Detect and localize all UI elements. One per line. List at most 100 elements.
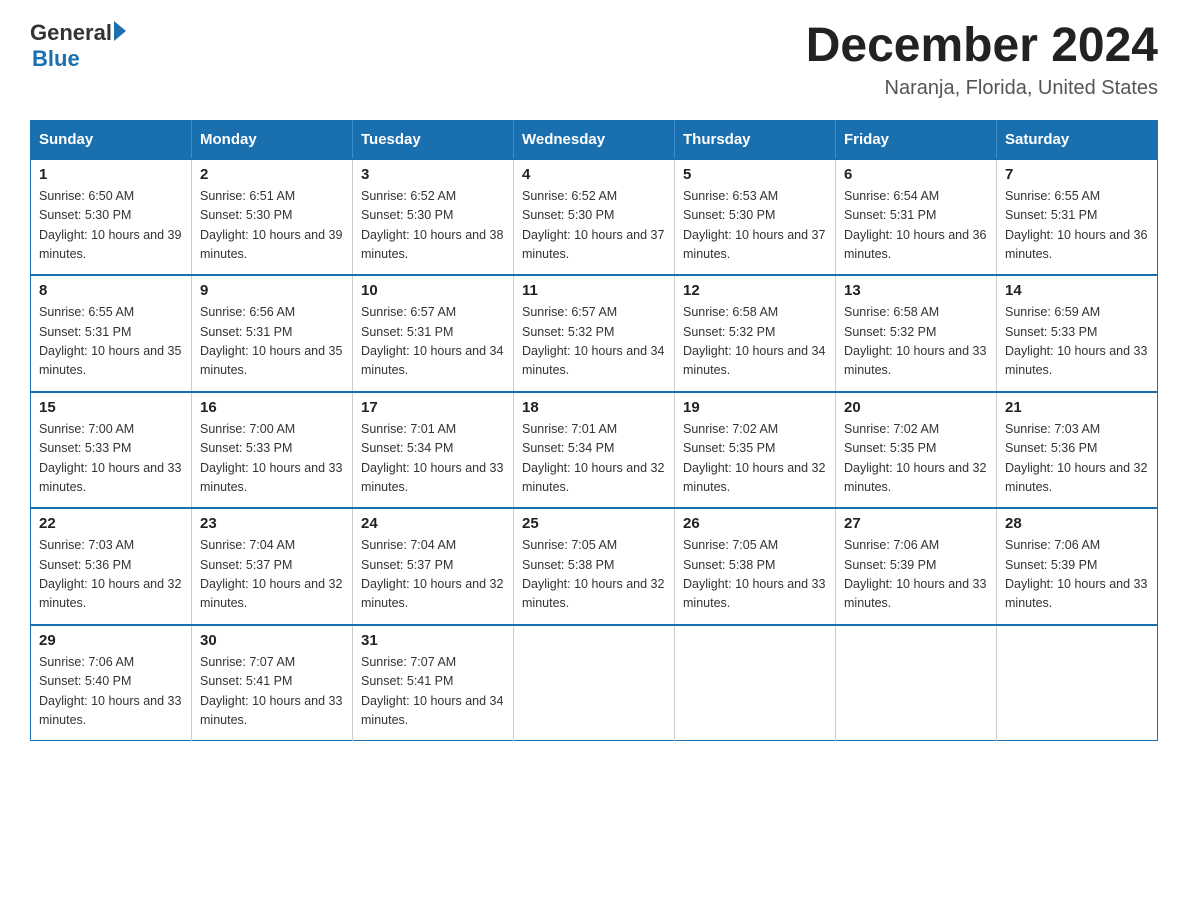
- day-number: 13: [844, 282, 988, 299]
- page-header: General Blue December 2024 Naranja, Flor…: [30, 20, 1158, 100]
- calendar-cell: [675, 625, 836, 741]
- day-info: Sunrise: 7:02 AMSunset: 5:35 PMDaylight:…: [844, 422, 986, 494]
- weekday-header-thursday: Thursday: [675, 120, 836, 159]
- calendar-table: SundayMondayTuesdayWednesdayThursdayFrid…: [30, 120, 1158, 742]
- day-info: Sunrise: 7:06 AMSunset: 5:39 PMDaylight:…: [1005, 538, 1147, 610]
- calendar-cell: 18 Sunrise: 7:01 AMSunset: 5:34 PMDaylig…: [514, 392, 675, 509]
- calendar-cell: 19 Sunrise: 7:02 AMSunset: 5:35 PMDaylig…: [675, 392, 836, 509]
- day-number: 26: [683, 515, 827, 532]
- day-number: 15: [39, 399, 183, 416]
- calendar-cell: 13 Sunrise: 6:58 AMSunset: 5:32 PMDaylig…: [836, 275, 997, 392]
- day-info: Sunrise: 7:05 AMSunset: 5:38 PMDaylight:…: [683, 538, 825, 610]
- logo-blue: Blue: [30, 46, 126, 72]
- logo-general: General: [30, 20, 112, 46]
- day-info: Sunrise: 6:59 AMSunset: 5:33 PMDaylight:…: [1005, 305, 1147, 377]
- calendar-cell: 6 Sunrise: 6:54 AMSunset: 5:31 PMDayligh…: [836, 159, 997, 276]
- day-number: 7: [1005, 166, 1149, 183]
- day-number: 21: [1005, 399, 1149, 416]
- calendar-cell: 31 Sunrise: 7:07 AMSunset: 5:41 PMDaylig…: [353, 625, 514, 741]
- calendar-cell: 4 Sunrise: 6:52 AMSunset: 5:30 PMDayligh…: [514, 159, 675, 276]
- day-info: Sunrise: 6:50 AMSunset: 5:30 PMDaylight:…: [39, 189, 181, 261]
- day-info: Sunrise: 7:00 AMSunset: 5:33 PMDaylight:…: [200, 422, 342, 494]
- day-number: 12: [683, 282, 827, 299]
- day-number: 18: [522, 399, 666, 416]
- logo: General Blue: [30, 20, 126, 72]
- day-info: Sunrise: 7:01 AMSunset: 5:34 PMDaylight:…: [361, 422, 503, 494]
- day-number: 29: [39, 632, 183, 649]
- calendar-cell: 11 Sunrise: 6:57 AMSunset: 5:32 PMDaylig…: [514, 275, 675, 392]
- day-info: Sunrise: 7:07 AMSunset: 5:41 PMDaylight:…: [361, 655, 503, 727]
- title-block: December 2024 Naranja, Florida, United S…: [806, 20, 1158, 100]
- day-number: 9: [200, 282, 344, 299]
- calendar-cell: 14 Sunrise: 6:59 AMSunset: 5:33 PMDaylig…: [997, 275, 1158, 392]
- calendar-cell: 8 Sunrise: 6:55 AMSunset: 5:31 PMDayligh…: [31, 275, 192, 392]
- day-info: Sunrise: 6:58 AMSunset: 5:32 PMDaylight:…: [844, 305, 986, 377]
- calendar-cell: 9 Sunrise: 6:56 AMSunset: 5:31 PMDayligh…: [192, 275, 353, 392]
- day-number: 1: [39, 166, 183, 183]
- calendar-cell: 23 Sunrise: 7:04 AMSunset: 5:37 PMDaylig…: [192, 508, 353, 625]
- day-number: 27: [844, 515, 988, 532]
- day-number: 31: [361, 632, 505, 649]
- calendar-cell: 3 Sunrise: 6:52 AMSunset: 5:30 PMDayligh…: [353, 159, 514, 276]
- day-info: Sunrise: 6:57 AMSunset: 5:32 PMDaylight:…: [522, 305, 664, 377]
- calendar-cell: [997, 625, 1158, 741]
- day-info: Sunrise: 7:05 AMSunset: 5:38 PMDaylight:…: [522, 538, 664, 610]
- day-info: Sunrise: 6:55 AMSunset: 5:31 PMDaylight:…: [1005, 189, 1147, 261]
- day-info: Sunrise: 6:55 AMSunset: 5:31 PMDaylight:…: [39, 305, 181, 377]
- calendar-cell: 30 Sunrise: 7:07 AMSunset: 5:41 PMDaylig…: [192, 625, 353, 741]
- weekday-header-row: SundayMondayTuesdayWednesdayThursdayFrid…: [31, 120, 1158, 159]
- calendar-cell: 10 Sunrise: 6:57 AMSunset: 5:31 PMDaylig…: [353, 275, 514, 392]
- calendar-cell: 21 Sunrise: 7:03 AMSunset: 5:36 PMDaylig…: [997, 392, 1158, 509]
- day-number: 5: [683, 166, 827, 183]
- calendar-cell: 15 Sunrise: 7:00 AMSunset: 5:33 PMDaylig…: [31, 392, 192, 509]
- day-info: Sunrise: 6:56 AMSunset: 5:31 PMDaylight:…: [200, 305, 342, 377]
- weekday-header-monday: Monday: [192, 120, 353, 159]
- calendar-cell: 1 Sunrise: 6:50 AMSunset: 5:30 PMDayligh…: [31, 159, 192, 276]
- day-number: 11: [522, 282, 666, 299]
- weekday-header-friday: Friday: [836, 120, 997, 159]
- calendar-cell: 2 Sunrise: 6:51 AMSunset: 5:30 PMDayligh…: [192, 159, 353, 276]
- calendar-cell: 24 Sunrise: 7:04 AMSunset: 5:37 PMDaylig…: [353, 508, 514, 625]
- calendar-cell: 16 Sunrise: 7:00 AMSunset: 5:33 PMDaylig…: [192, 392, 353, 509]
- day-info: Sunrise: 6:51 AMSunset: 5:30 PMDaylight:…: [200, 189, 342, 261]
- calendar-cell: 28 Sunrise: 7:06 AMSunset: 5:39 PMDaylig…: [997, 508, 1158, 625]
- calendar-week-5: 29 Sunrise: 7:06 AMSunset: 5:40 PMDaylig…: [31, 625, 1158, 741]
- day-number: 20: [844, 399, 988, 416]
- day-number: 30: [200, 632, 344, 649]
- day-info: Sunrise: 7:04 AMSunset: 5:37 PMDaylight:…: [200, 538, 342, 610]
- day-info: Sunrise: 6:58 AMSunset: 5:32 PMDaylight:…: [683, 305, 825, 377]
- calendar-cell: 12 Sunrise: 6:58 AMSunset: 5:32 PMDaylig…: [675, 275, 836, 392]
- day-info: Sunrise: 7:02 AMSunset: 5:35 PMDaylight:…: [683, 422, 825, 494]
- day-info: Sunrise: 6:53 AMSunset: 5:30 PMDaylight:…: [683, 189, 825, 261]
- day-number: 22: [39, 515, 183, 532]
- weekday-header-tuesday: Tuesday: [353, 120, 514, 159]
- day-number: 6: [844, 166, 988, 183]
- day-info: Sunrise: 7:07 AMSunset: 5:41 PMDaylight:…: [200, 655, 342, 727]
- day-info: Sunrise: 7:04 AMSunset: 5:37 PMDaylight:…: [361, 538, 503, 610]
- calendar-cell: 27 Sunrise: 7:06 AMSunset: 5:39 PMDaylig…: [836, 508, 997, 625]
- calendar-cell: 5 Sunrise: 6:53 AMSunset: 5:30 PMDayligh…: [675, 159, 836, 276]
- day-number: 4: [522, 166, 666, 183]
- calendar-cell: [514, 625, 675, 741]
- day-number: 28: [1005, 515, 1149, 532]
- calendar-cell: [836, 625, 997, 741]
- calendar-cell: 20 Sunrise: 7:02 AMSunset: 5:35 PMDaylig…: [836, 392, 997, 509]
- calendar-cell: 7 Sunrise: 6:55 AMSunset: 5:31 PMDayligh…: [997, 159, 1158, 276]
- day-number: 25: [522, 515, 666, 532]
- day-info: Sunrise: 7:06 AMSunset: 5:39 PMDaylight:…: [844, 538, 986, 610]
- day-number: 10: [361, 282, 505, 299]
- day-info: Sunrise: 7:01 AMSunset: 5:34 PMDaylight:…: [522, 422, 664, 494]
- day-number: 14: [1005, 282, 1149, 299]
- logo-arrow-icon: [114, 21, 126, 41]
- weekday-header-sunday: Sunday: [31, 120, 192, 159]
- day-info: Sunrise: 6:54 AMSunset: 5:31 PMDaylight:…: [844, 189, 986, 261]
- month-title: December 2024: [806, 20, 1158, 73]
- day-number: 16: [200, 399, 344, 416]
- day-info: Sunrise: 7:06 AMSunset: 5:40 PMDaylight:…: [39, 655, 181, 727]
- day-number: 3: [361, 166, 505, 183]
- calendar-week-2: 8 Sunrise: 6:55 AMSunset: 5:31 PMDayligh…: [31, 275, 1158, 392]
- calendar-cell: 29 Sunrise: 7:06 AMSunset: 5:40 PMDaylig…: [31, 625, 192, 741]
- weekday-header-saturday: Saturday: [997, 120, 1158, 159]
- day-number: 17: [361, 399, 505, 416]
- weekday-header-wednesday: Wednesday: [514, 120, 675, 159]
